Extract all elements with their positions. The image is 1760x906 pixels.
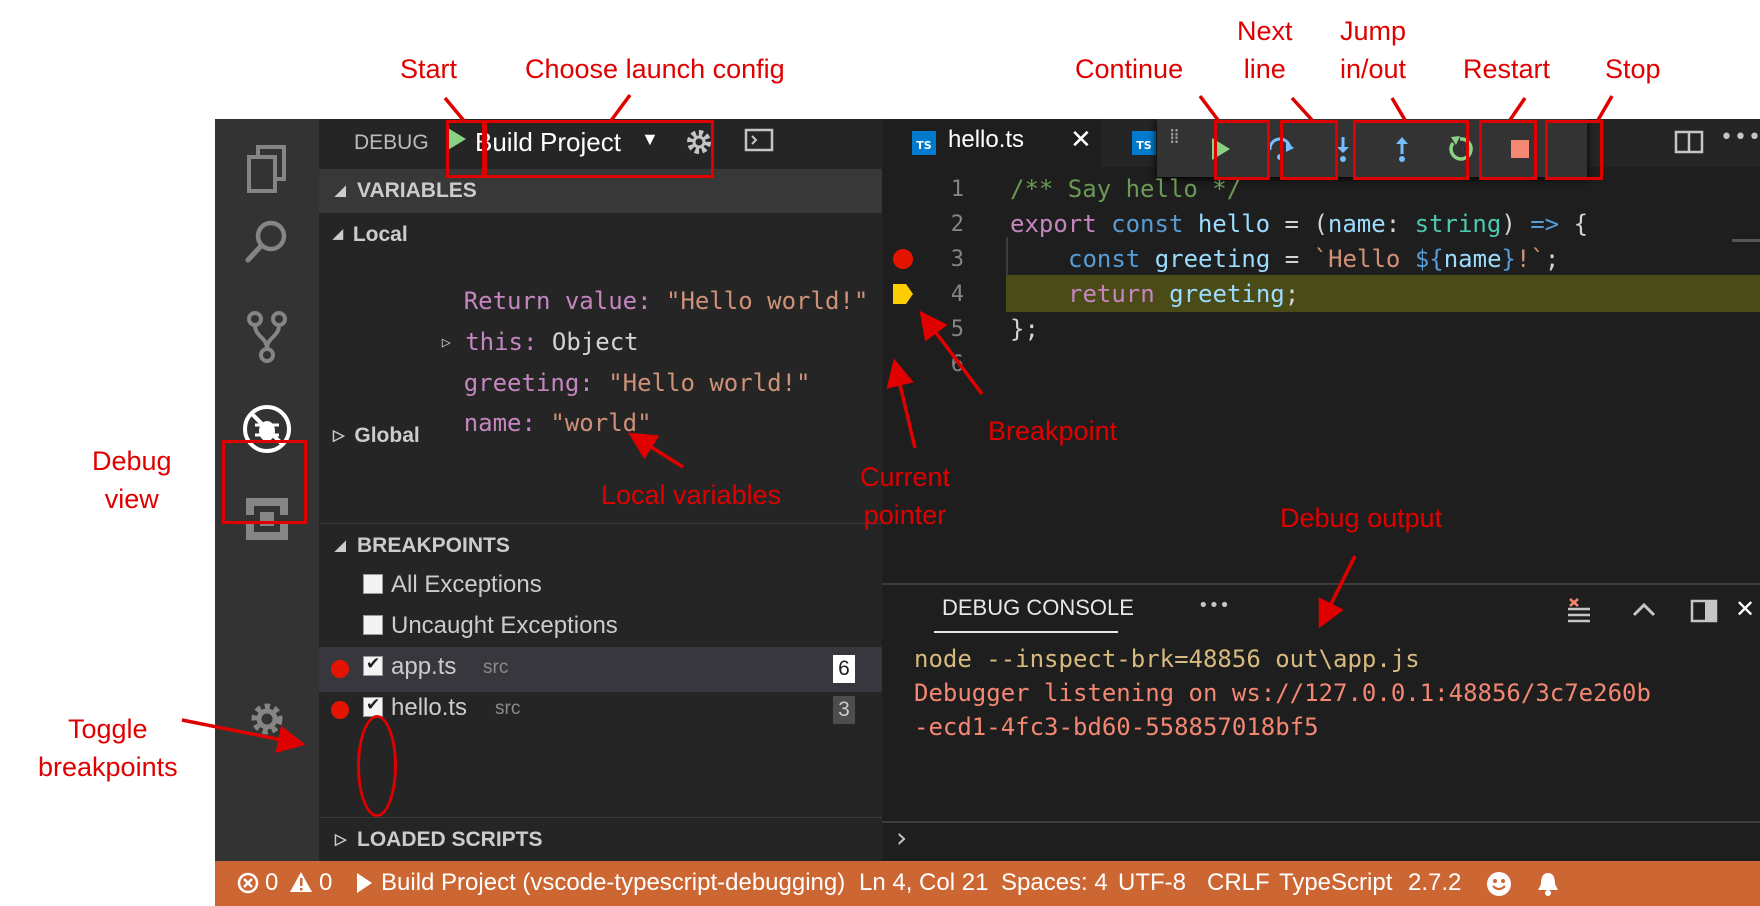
annotation-arrows bbox=[181, 93, 1614, 753]
